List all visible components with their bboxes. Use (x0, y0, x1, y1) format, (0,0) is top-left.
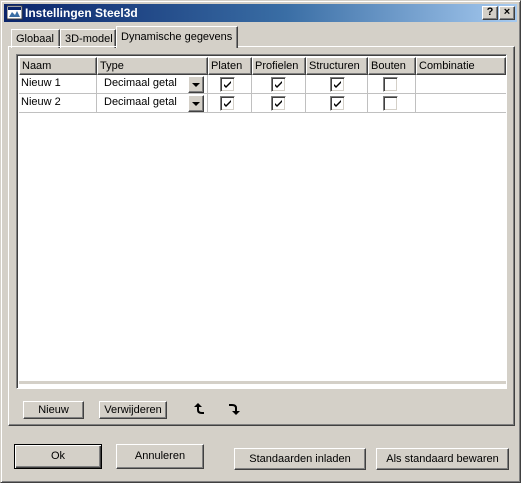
profielen-checkbox[interactable] (271, 77, 286, 92)
tab-label: 3D-model (65, 33, 113, 45)
chevron-down-icon (192, 83, 200, 87)
arrow-down-icon (229, 404, 240, 415)
column-header-naam[interactable]: Naam (19, 57, 97, 75)
save-as-default-label: Als standaard bewaren (386, 453, 499, 465)
cell-bouten (368, 94, 416, 113)
cell-structuren (306, 94, 368, 113)
column-header-combinatie[interactable]: Combinatie (416, 57, 506, 75)
dynamic-data-grid[interactable]: Naam Type Platen Profielen Structuren Bo… (16, 54, 507, 389)
title-bar[interactable]: Instellingen Steel3d ? × (4, 4, 517, 22)
column-header-type[interactable]: Type (97, 57, 208, 75)
table-row[interactable]: Nieuw 2 Decimaal getal (19, 94, 506, 113)
table-row[interactable]: Nieuw 1 Decimaal getal (19, 75, 506, 94)
type-dropdown-button[interactable] (188, 95, 204, 112)
move-down-button[interactable] (225, 400, 245, 418)
checkmark-icon (334, 81, 341, 88)
tab-label: Globaal (16, 33, 54, 45)
new-button[interactable]: Nieuw (23, 401, 84, 419)
checkmark-icon (224, 100, 231, 107)
window-title: Instellingen Steel3d (25, 6, 138, 20)
chevron-down-icon (192, 102, 200, 106)
cell-structuren (306, 75, 368, 94)
cell-platen (208, 94, 252, 113)
cell-combinatie[interactable] (416, 75, 506, 94)
type-value: Decimaal getal (104, 96, 177, 108)
structuren-checkbox[interactable] (330, 77, 345, 92)
cell-profielen (252, 75, 306, 94)
load-defaults-label: Standaarden inladen (249, 453, 351, 465)
platen-checkbox[interactable] (220, 77, 235, 92)
grid-horizontal-scroll-area (19, 381, 506, 384)
column-header-structuren[interactable]: Structuren (306, 57, 368, 75)
checkmark-icon (275, 81, 282, 88)
checkmark-icon (224, 81, 231, 88)
cell-type[interactable]: Decimaal getal (97, 75, 208, 94)
cell-combinatie[interactable] (416, 94, 506, 113)
delete-button-label: Verwijderen (104, 404, 162, 416)
new-button-label: Nieuw (38, 404, 69, 416)
bouten-checkbox[interactable] (383, 77, 398, 92)
ok-button[interactable]: Ok (14, 444, 102, 469)
structuren-checkbox[interactable] (330, 96, 345, 111)
close-button[interactable]: × (499, 6, 515, 20)
cell-naam[interactable]: Nieuw 1 (19, 75, 97, 94)
settings-dialog: Instellingen Steel3d ? × Globaal 3D-mode… (0, 0, 521, 483)
checkmark-icon (334, 100, 341, 107)
column-header-bouten[interactable]: Bouten (368, 57, 416, 75)
cell-type[interactable]: Decimaal getal (97, 94, 208, 113)
cell-naam[interactable]: Nieuw 2 (19, 94, 97, 113)
cell-profielen (252, 94, 306, 113)
arrow-up-icon (194, 403, 204, 414)
save-as-default-button[interactable]: Als standaard bewaren (376, 448, 509, 470)
type-value: Decimaal getal (104, 77, 177, 89)
ok-button-label: Ok (50, 450, 66, 462)
grid-header: Naam Type Platen Profielen Structuren Bo… (19, 57, 506, 75)
platen-checkbox[interactable] (220, 96, 235, 111)
cell-bouten (368, 75, 416, 94)
cell-platen (208, 75, 252, 94)
load-defaults-button[interactable]: Standaarden inladen (234, 448, 366, 470)
bouten-checkbox[interactable] (383, 96, 398, 111)
tab-label: Dynamische gegevens (121, 31, 233, 43)
help-button[interactable]: ? (482, 6, 498, 20)
profielen-checkbox[interactable] (271, 96, 286, 111)
column-header-profielen[interactable]: Profielen (252, 57, 306, 75)
cancel-button-label: Annuleren (134, 450, 186, 462)
tab-dynamische-gegevens[interactable]: Dynamische gegevens (116, 26, 238, 48)
type-dropdown-button[interactable] (188, 76, 204, 93)
cancel-button[interactable]: Annuleren (116, 444, 204, 469)
move-up-button[interactable] (191, 400, 211, 418)
delete-button[interactable]: Verwijderen (99, 401, 167, 419)
app-icon (7, 5, 23, 20)
checkmark-icon (275, 100, 282, 107)
column-header-platen[interactable]: Platen (208, 57, 252, 75)
